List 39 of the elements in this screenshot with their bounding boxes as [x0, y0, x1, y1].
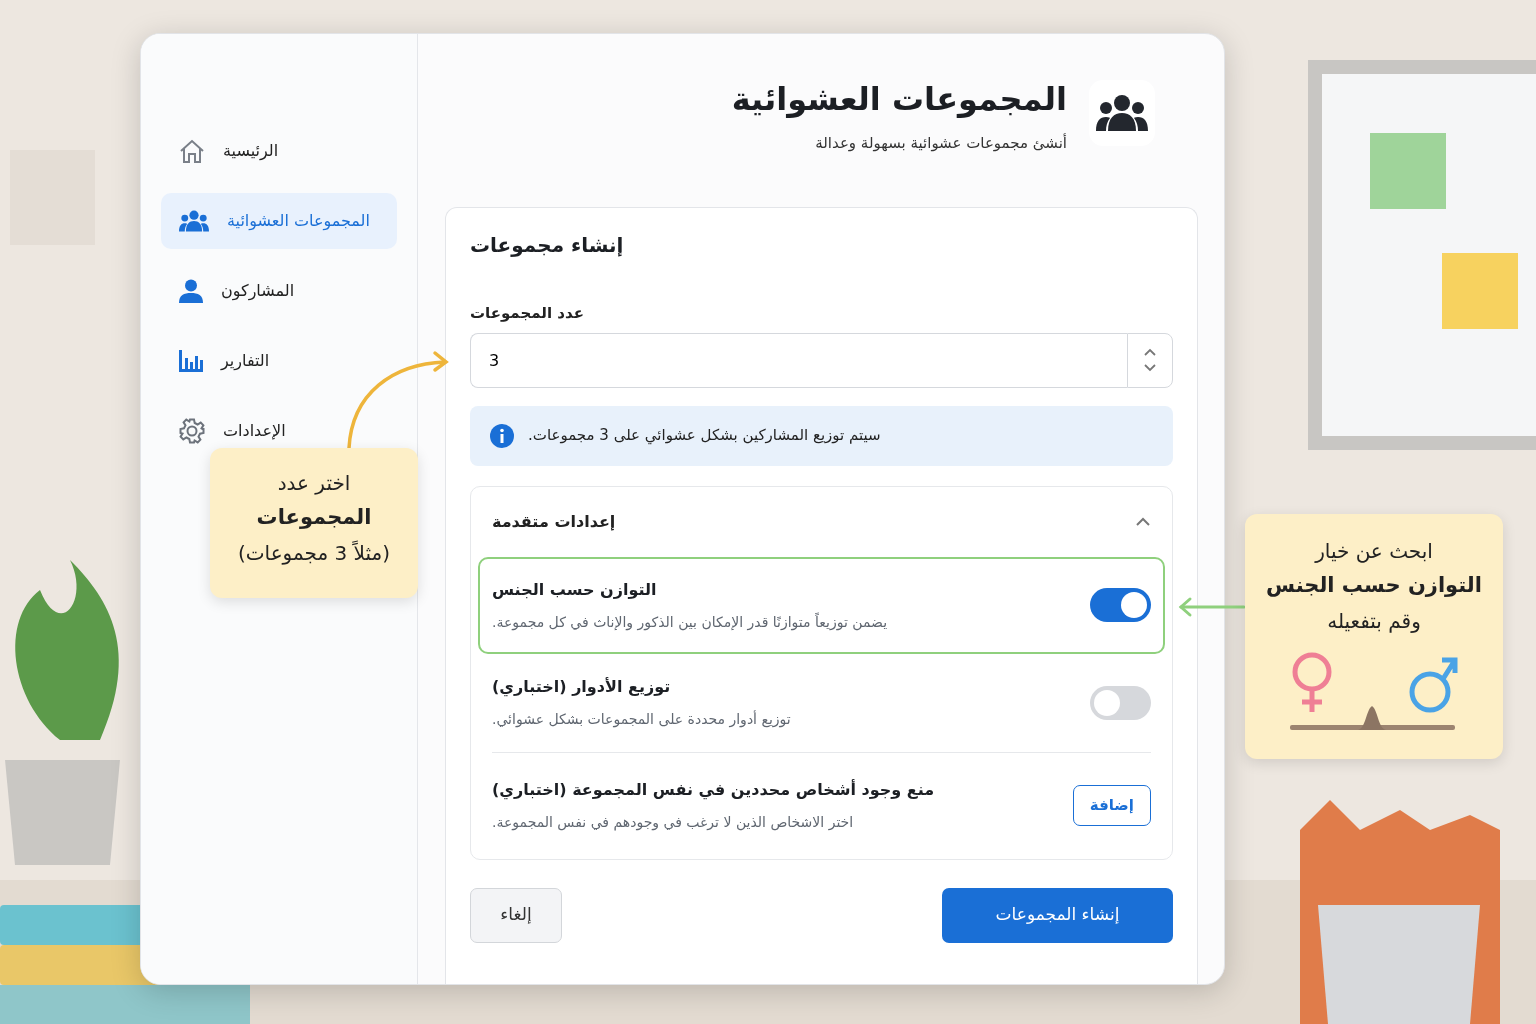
pointer-arrow	[1178, 597, 1246, 617]
note-line: وقم بتفعيله	[1327, 607, 1421, 635]
number-field[interactable]: 3	[470, 332, 1127, 388]
option-description: اختر الاشخاص الذين لا ترغب في وجودهم في نفس المجموعة.	[492, 813, 855, 833]
note-line: ابحث عن خيار	[1315, 538, 1433, 565]
field-label: عدد المجموعات	[470, 303, 585, 324]
create-button[interactable]: إنشاء المجموعات	[942, 887, 1173, 943]
add-button[interactable]: إضافة	[1072, 785, 1151, 826]
option-title: توزيع الأدوار (اختباري)	[492, 676, 672, 699]
page-subtitle: أنشئ مجموعات عشوائية بسهولة وعدالة	[814, 132, 1067, 155]
cancel-button[interactable]: إلغاء	[470, 887, 562, 943]
people-icon	[1096, 94, 1148, 132]
spinner-button[interactable]	[1127, 332, 1173, 388]
sidebar-item[interactable]: المجموعات العشوائية	[161, 193, 397, 249]
sidebar-item[interactable]: التفارير	[161, 333, 397, 389]
sidebar-item[interactable]: المشاركون	[161, 263, 397, 319]
home-icon	[179, 139, 205, 163]
note-line: المجموعات	[256, 504, 372, 531]
note-line: التوازن حسب الجنس	[1266, 572, 1482, 599]
chevron-icon[interactable]	[1135, 517, 1151, 527]
note-line: اختر عدد	[277, 470, 351, 497]
settings-icon	[179, 418, 205, 444]
page-title: المجموعات العشوائية	[731, 80, 1067, 119]
bar-chart-icon	[179, 350, 203, 372]
note-line: (مثلاً 3 مجموعات)	[237, 539, 391, 567]
section-title: إعدادات متقدمة	[492, 510, 616, 533]
sidebar-item[interactable]: الرئيسية	[161, 123, 397, 179]
option-title: التوازن حسب الجنس	[492, 578, 658, 601]
option-description: توزيع أدوار محددة على المجموعات بشكل عشوائي.	[492, 709, 791, 730]
info-icon	[490, 423, 514, 448]
toggle-switch[interactable]	[1090, 588, 1151, 622]
up-down-chevron-icon	[1143, 347, 1157, 373]
people-icon	[179, 210, 209, 232]
option-description: يضمن توزيعاً متوازنًا قدر الإمكان بين الذكور والإناث في كل مجموعة.	[492, 611, 888, 633]
person-icon	[179, 279, 203, 303]
option-title: منع وجود أشخاص محددين في نفس المجموعة (اختباري)	[492, 778, 935, 802]
card-title: إنشاء مجموعات	[470, 232, 625, 259]
toggle-switch[interactable]	[1090, 685, 1151, 720]
info-text: سيتم توزيع المشاركين بشكل عشوائي على 3 مجموعات.	[528, 425, 881, 447]
